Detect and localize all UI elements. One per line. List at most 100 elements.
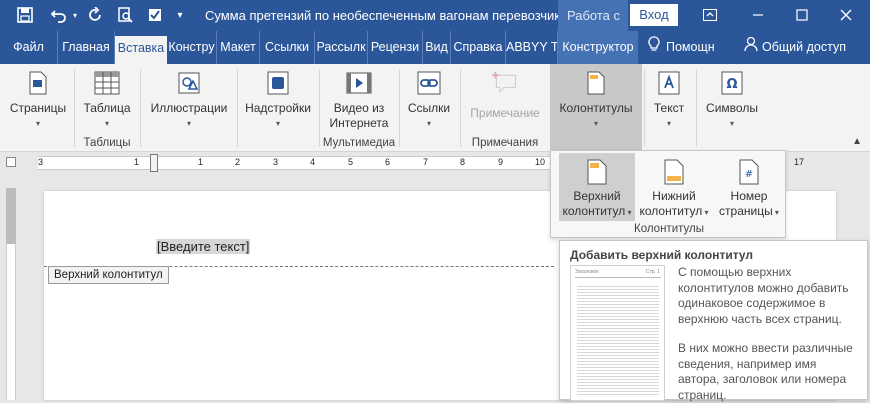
page-number-label-1: Номер <box>730 189 768 203</box>
tab-header-footer-design[interactable]: Конструктор <box>558 31 638 64</box>
tell-me-box[interactable]: Помощн <box>648 31 732 64</box>
media-group-label: Мультимедиа <box>322 137 396 149</box>
indent-marker[interactable] <box>150 154 158 172</box>
page-number-icon: # <box>738 159 760 185</box>
vertical-ruler[interactable] <box>0 174 22 400</box>
tooltip-paragraph-2: В них можно ввести различные сведения, н… <box>678 341 853 402</box>
text-button[interactable]: Текст ▾ <box>646 64 692 131</box>
ruler-number: 1 <box>134 157 140 167</box>
ruler-track: 3 1 1 2 3 4 5 6 7 8 9 10 <box>38 156 558 170</box>
maximize-icon[interactable] <box>792 4 812 26</box>
ruler-number: 4 <box>310 157 316 167</box>
tab-view[interactable]: Вид <box>423 31 451 64</box>
tab-abbyy[interactable]: ABBYY Т <box>506 31 558 64</box>
chevron-down-icon: ▾ <box>275 119 280 128</box>
chevron-down-icon: ▾ <box>426 119 431 128</box>
header-placeholder-text[interactable]: [Введите текст] <box>156 239 251 254</box>
tab-mailings[interactable]: Рассылк <box>315 31 368 64</box>
symbols-button[interactable]: Ω Символы ▾ <box>698 64 766 131</box>
video-label-2: Интернета <box>329 116 389 130</box>
tab-file[interactable]: Файл <box>0 31 58 64</box>
illustrations-button[interactable]: Иллюстрации ▾ <box>146 64 232 131</box>
table-label: Таблица <box>83 101 131 115</box>
divider <box>460 69 461 147</box>
header-icon <box>586 159 608 185</box>
tooltip-title: Добавить верхний колонтитул <box>570 248 754 262</box>
addins-button[interactable]: Надстройки ▾ <box>242 64 314 131</box>
chevron-down-icon: ▾ <box>104 119 109 128</box>
tooltip-paragraph-1: С помощью верхних колонтитулов можно доб… <box>678 265 849 326</box>
chevron-down-icon: ▾ <box>666 119 671 128</box>
header-button[interactable]: Верхний колонтитул ▾ <box>559 153 635 221</box>
minimize-icon[interactable] <box>748 4 768 26</box>
lightbulb-icon <box>648 31 660 64</box>
ruler-number: 7 <box>423 157 429 167</box>
chevron-down-icon: ▾ <box>593 119 598 128</box>
online-video-button[interactable]: Видео из Интернета <box>322 64 396 131</box>
document-title: Сумма претензий по необеспеченным вагона… <box>205 8 571 23</box>
tab-insert[interactable]: Вставка <box>115 36 167 64</box>
links-button[interactable]: Ссылки ▾ <box>402 64 456 131</box>
table-icon <box>94 70 120 96</box>
store-icon <box>265 70 291 96</box>
save-icon[interactable] <box>14 4 36 26</box>
illustrations-label: Иллюстрации <box>150 101 228 115</box>
chevron-down-icon: ▾ <box>729 119 734 128</box>
footer-label-1: Нижний <box>652 189 696 203</box>
shapes-icon <box>176 70 202 96</box>
tab-layout[interactable]: Макет <box>217 31 260 64</box>
divider <box>319 69 320 147</box>
divider <box>237 69 238 147</box>
page-number-label-2: страницы ▾ <box>719 204 779 218</box>
comment-button[interactable]: Примечание <box>464 64 546 121</box>
login-button[interactable]: Вход <box>630 4 678 26</box>
headers-footers-dropdown: Верхний колонтитул ▾ Нижний колонтитул ▾… <box>550 150 786 238</box>
tell-me-label: Помощн <box>666 40 715 54</box>
footer-button[interactable]: Нижний колонтитул ▾ <box>637 153 711 221</box>
redo-icon[interactable] <box>84 4 106 26</box>
header-tag: Верхний колонтитул <box>48 266 169 284</box>
divider <box>74 69 75 147</box>
headers-footers-button[interactable]: Колонтитулы ▾ <box>550 64 642 131</box>
svg-text:Ω: Ω <box>726 77 737 92</box>
share-button[interactable]: Общий доступ <box>744 31 854 64</box>
tab-help[interactable]: Справка <box>451 31 506 64</box>
headers-footers-label: Колонтитулы <box>559 101 633 115</box>
tab-selector-icon[interactable] <box>6 157 16 167</box>
customize-qat-icon[interactable]: ▾ <box>172 4 188 26</box>
comment-label: Примечание <box>470 106 540 120</box>
omega-icon: Ω <box>719 70 745 96</box>
header-label-1: Верхний <box>573 189 621 203</box>
header-tooltip: Добавить верхний колонтитул Заголовок Ст… <box>559 240 868 402</box>
footer-icon <box>663 159 685 185</box>
page-icon <box>25 70 51 96</box>
ruler-number: 2 <box>235 157 241 167</box>
collapse-ribbon-icon[interactable]: ▲ <box>852 136 862 147</box>
undo-dropdown-icon[interactable]: ▾ <box>70 4 80 26</box>
print-preview-icon[interactable] <box>114 4 136 26</box>
page-number-button[interactable]: # Номер страницы ▾ <box>713 153 785 221</box>
ribbon-display-icon[interactable] <box>700 4 720 26</box>
ruler-number: 1 <box>198 157 204 167</box>
tab-review[interactable]: Рецензи <box>368 31 423 64</box>
undo-icon[interactable] <box>48 4 70 26</box>
divider <box>644 69 645 147</box>
tab-design[interactable]: Констру <box>167 31 217 64</box>
ribbon: Страницы ▾ Таблица ▾ Таблицы Иллюстрации… <box>0 64 870 152</box>
tooltip-preview-image: Заголовок Стр. 1 <box>570 265 665 401</box>
header-footer-tools-tab[interactable]: Работа с <box>558 0 628 31</box>
tab-home[interactable]: Главная <box>58 31 115 64</box>
vertical-ruler-margin <box>6 188 16 244</box>
tab-references[interactable]: Ссылки <box>260 31 315 64</box>
ruler-number: 10 <box>535 157 546 167</box>
symbols-label: Символы <box>706 101 758 115</box>
table-button[interactable]: Таблица ▾ <box>78 64 136 131</box>
close-icon[interactable] <box>836 4 856 26</box>
pages-button[interactable]: Страницы ▾ <box>4 64 72 131</box>
ruler-number: 8 <box>460 157 466 167</box>
ribbon-tab-bar: Файл Главная Вставка Констру Макет Ссылк… <box>0 31 870 64</box>
links-label: Ссылки <box>407 101 451 115</box>
spelling-icon[interactable] <box>144 4 166 26</box>
person-icon <box>744 31 758 64</box>
divider <box>696 69 697 147</box>
